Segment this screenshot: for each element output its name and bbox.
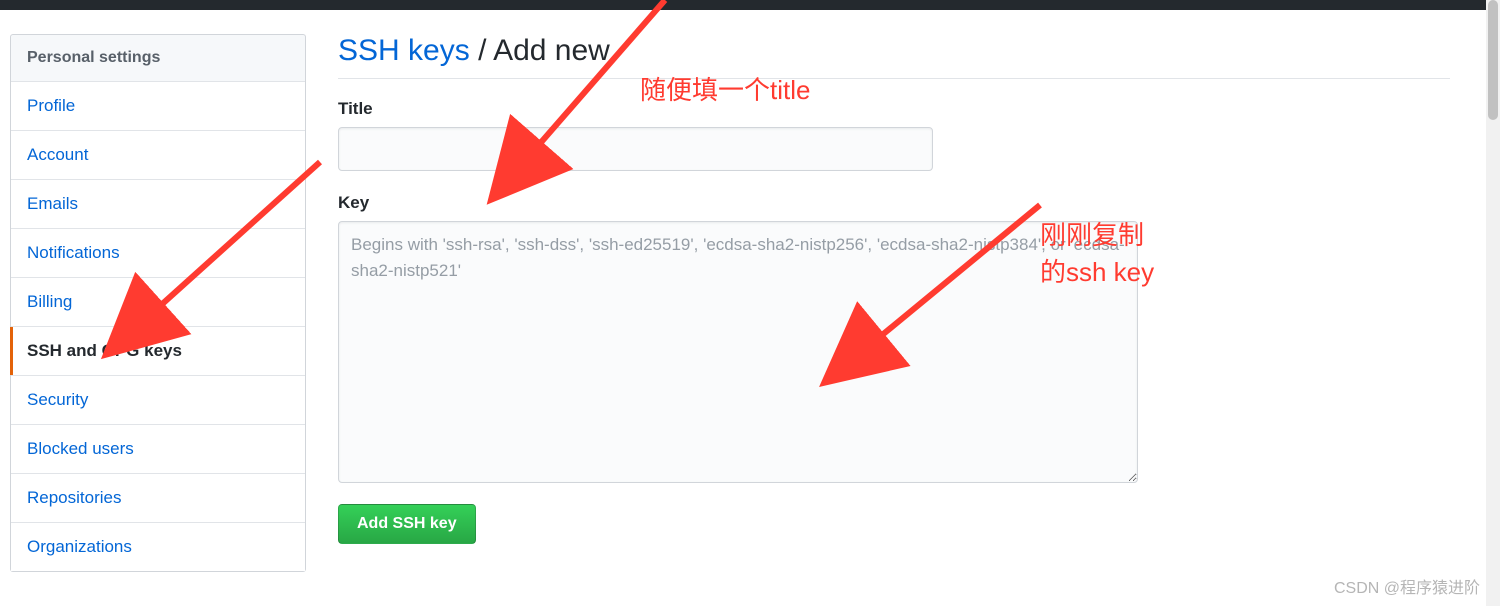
- settings-sidebar: Personal settings Profile Account Emails…: [10, 34, 306, 572]
- sidebar-list: Profile Account Emails Notifications Bil…: [10, 81, 306, 572]
- key-label: Key: [338, 193, 1450, 213]
- main-content: SSH keys / Add new Title Key Add SSH key: [338, 34, 1490, 572]
- sidebar-item-security[interactable]: Security: [11, 375, 305, 424]
- key-textarea[interactable]: [338, 221, 1138, 483]
- sidebar-item-ssh-gpg-keys[interactable]: SSH and GPG keys: [11, 326, 305, 375]
- sidebar-item-billing[interactable]: Billing: [11, 277, 305, 326]
- sidebar-item-organizations[interactable]: Organizations: [11, 522, 305, 571]
- sidebar-header: Personal settings: [10, 34, 306, 81]
- page-title: SSH keys / Add new: [338, 34, 1450, 79]
- scrollbar-thumb[interactable]: [1488, 0, 1498, 120]
- title-input[interactable]: [338, 127, 933, 171]
- add-ssh-key-button[interactable]: Add SSH key: [338, 504, 476, 544]
- breadcrumb-link-ssh-keys[interactable]: SSH keys: [338, 34, 470, 67]
- sidebar-item-notifications[interactable]: Notifications: [11, 228, 305, 277]
- breadcrumb-separator: /: [478, 34, 486, 67]
- sidebar-item-blocked-users[interactable]: Blocked users: [11, 424, 305, 473]
- sidebar-item-repositories[interactable]: Repositories: [11, 473, 305, 522]
- sidebar-item-account[interactable]: Account: [11, 130, 305, 179]
- title-label: Title: [338, 99, 1450, 119]
- sidebar-item-profile[interactable]: Profile: [11, 81, 305, 130]
- sidebar-item-emails[interactable]: Emails: [11, 179, 305, 228]
- vertical-scrollbar[interactable]: [1486, 0, 1500, 606]
- top-bar: [0, 0, 1500, 10]
- breadcrumb-current: Add new: [493, 34, 610, 67]
- watermark: CSDN @程序猿进阶: [1334, 574, 1480, 598]
